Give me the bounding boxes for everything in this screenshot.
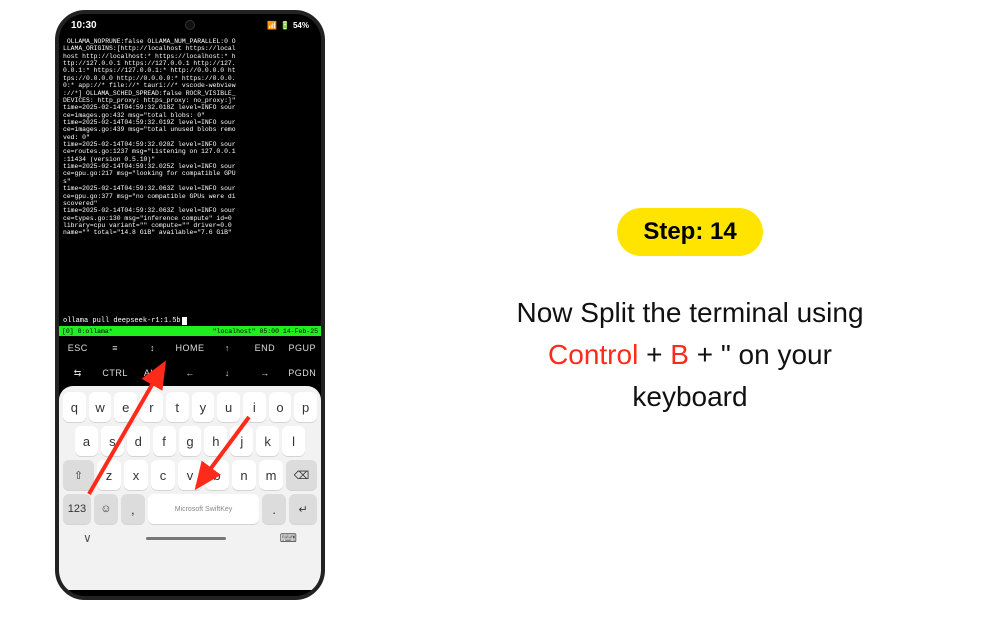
key-ctrl[interactable]: CTRL <box>96 368 133 378</box>
tmux-right: "localhost" 05:00 14-Feb-25 <box>213 328 318 335</box>
key-row-4: 123☺,Microsoft SwiftKey.↵ <box>63 494 317 524</box>
key-l[interactable]: l <box>282 426 305 456</box>
terminal-output[interactable]: OLLAMA_NOPRUNE:false OLLAMA_NUM_PARALLEL… <box>59 36 321 316</box>
key-right[interactable]: → <box>246 368 283 378</box>
key-shift[interactable]: ⇧ <box>63 460 94 490</box>
key-123[interactable]: 123 <box>63 494 91 524</box>
key-c[interactable]: c <box>151 460 175 490</box>
key-up[interactable]: ↑ <box>209 343 246 353</box>
key-w[interactable]: w <box>89 392 112 422</box>
key-d[interactable]: d <box>127 426 150 456</box>
key-menu[interactable]: ≡ <box>96 343 133 353</box>
step-badge-prefix: Step: <box>643 218 710 245</box>
hotkey-control: Control <box>548 339 638 370</box>
hotkey-b: B <box>670 339 689 370</box>
phone-frame: 10:30 📶 🔋 54% OLLAMA_NOPRUNE:false OLLAM… <box>55 10 325 600</box>
key-updown[interactable]: ↕ <box>134 343 171 353</box>
camera-punchhole <box>185 20 195 30</box>
key-r[interactable]: r <box>140 392 163 422</box>
plus-2: + " on your <box>697 339 832 370</box>
key-o[interactable]: o <box>269 392 292 422</box>
nav-keyboard-icon[interactable]: ⌨ <box>280 531 297 545</box>
key-q[interactable]: q <box>63 392 86 422</box>
key-m[interactable]: m <box>259 460 283 490</box>
key-row-2: asdfghjkl <box>63 426 317 456</box>
key-x[interactable]: x <box>124 460 148 490</box>
terminal-input-line[interactable]: ollama pull deepseek-r1:1.5b <box>59 316 321 326</box>
key-s[interactable]: s <box>101 426 124 456</box>
key-esc[interactable]: ESC <box>59 343 96 353</box>
plus-1: + <box>646 339 670 370</box>
status-icons: 📶 🔋 54% <box>267 21 309 30</box>
key-row-1: qwertyuiop <box>63 392 317 422</box>
tmux-left: [0] 0:ollama* <box>62 328 113 335</box>
key-b[interactable]: b <box>205 460 229 490</box>
key-tab[interactable]: ⇆ <box>59 368 96 379</box>
key-down[interactable]: ↓ <box>209 368 246 378</box>
key-left[interactable]: ← <box>171 368 208 378</box>
key-y[interactable]: y <box>192 392 215 422</box>
key-k[interactable]: k <box>256 426 279 456</box>
key-n[interactable]: n <box>232 460 256 490</box>
key-backspace[interactable]: ⌫ <box>286 460 317 490</box>
key-t[interactable]: t <box>166 392 189 422</box>
key-z[interactable]: z <box>97 460 121 490</box>
key-alt[interactable]: ALT <box>134 368 171 378</box>
key-row-3: ⇧zxcvbnm⌫ <box>63 460 317 490</box>
key-comma[interactable]: , <box>121 494 145 524</box>
home-indicator[interactable] <box>146 537 226 540</box>
signal-icon: 📶 <box>267 21 277 30</box>
key-u[interactable]: u <box>217 392 240 422</box>
key-v[interactable]: v <box>178 460 202 490</box>
key-i[interactable]: i <box>243 392 266 422</box>
key-pgup[interactable]: PGUP <box>284 343 321 353</box>
step-badge-number: 14 <box>710 218 737 245</box>
instruction-line-3: keyboard <box>632 381 747 412</box>
terminal-command: ollama pull deepseek-r1:1.5b <box>63 317 181 325</box>
key-g[interactable]: g <box>179 426 202 456</box>
key-period[interactable]: . <box>262 494 286 524</box>
android-nav-bar: ∨ ⌨ <box>63 528 317 548</box>
step-badge: Step: 14 <box>617 208 762 256</box>
instruction-text: Now Split the terminal using Control + B… <box>516 292 863 418</box>
terminal-cursor <box>182 317 187 325</box>
fn-row-1: ESC ≡ ↕ HOME ↑ END PGUP <box>59 336 321 360</box>
nav-back-icon[interactable]: ∨ <box>83 531 92 545</box>
key-emoji[interactable]: ☺ <box>94 494 118 524</box>
status-time: 10:30 <box>71 20 97 31</box>
key-enter[interactable]: ↵ <box>289 494 317 524</box>
key-f[interactable]: f <box>153 426 176 456</box>
instruction-line-1: Now Split the terminal using <box>516 297 863 328</box>
key-home[interactable]: HOME <box>171 343 208 353</box>
key-j[interactable]: j <box>230 426 253 456</box>
key-pgdn[interactable]: PGDN <box>284 368 321 378</box>
key-a[interactable]: a <box>75 426 98 456</box>
key-p[interactable]: p <box>294 392 317 422</box>
key-e[interactable]: e <box>114 392 137 422</box>
tmux-status-bar: [0] 0:ollama* "localhost" 05:00 14-Feb-2… <box>59 326 321 336</box>
key-end[interactable]: END <box>246 343 283 353</box>
fn-row-2: ⇆ CTRL ALT ← ↓ → PGDN <box>59 360 321 386</box>
key-space[interactable]: Microsoft SwiftKey <box>148 494 259 524</box>
soft-keyboard: qwertyuiop asdfghjkl ⇧zxcvbnm⌫ 123☺,Micr… <box>59 386 321 590</box>
key-h[interactable]: h <box>204 426 227 456</box>
battery-text: 54% <box>293 21 309 30</box>
battery-icon: 🔋 <box>280 21 290 30</box>
